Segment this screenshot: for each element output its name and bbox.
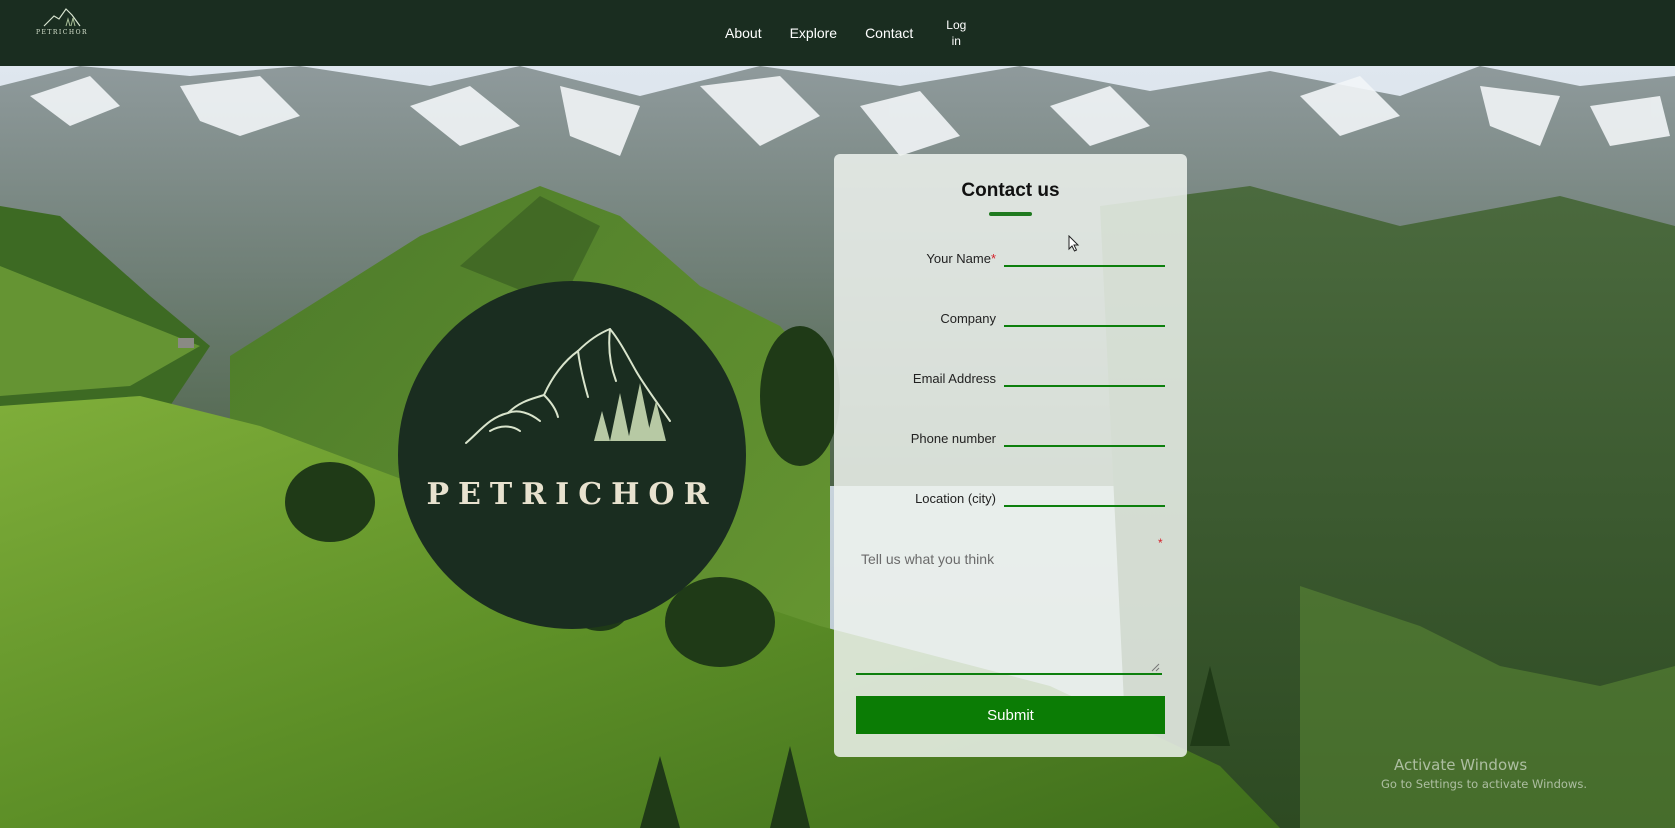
mountain-pines-icon	[465, 328, 671, 444]
name-input[interactable]	[1004, 243, 1165, 267]
name-label: Your Name*	[926, 251, 996, 266]
nav-about-link[interactable]: About	[725, 25, 762, 41]
company-label: Company	[940, 311, 996, 326]
mouse-cursor-icon	[1068, 235, 1080, 252]
location-input[interactable]	[1004, 483, 1165, 507]
contact-form-card: Contact us Your Name* Company Email Addr…	[834, 154, 1187, 757]
location-label: Location (city)	[915, 491, 996, 506]
message-textarea[interactable]	[856, 543, 1162, 675]
nav-explore-link[interactable]: Explore	[790, 25, 837, 41]
email-label: Email Address	[912, 371, 996, 386]
company-input[interactable]	[1004, 303, 1165, 327]
submit-button[interactable]: Submit	[856, 696, 1165, 734]
watermark-title: Activate Windows	[1394, 756, 1528, 774]
email-input[interactable]	[1004, 363, 1165, 387]
brand-logo[interactable]: PETRICHOR	[34, 6, 90, 40]
mountain-pines-icon	[43, 8, 81, 27]
activate-windows-watermark: Activate Windows Go to Settings to activ…	[1381, 756, 1587, 791]
title-underline	[989, 212, 1032, 216]
form-title: Contact us	[961, 180, 1060, 201]
message-required-marker: *	[1158, 536, 1163, 550]
hero-logo-badge: PETRICHOR	[398, 281, 746, 629]
nav-login-link[interactable]: Log in	[945, 17, 967, 49]
nav-contact-link[interactable]: Contact	[865, 25, 913, 41]
required-marker: *	[990, 251, 996, 266]
top-navigation-bar: PETRICHOR About Explore Contact Log in	[0, 0, 1675, 66]
phone-input[interactable]	[1004, 423, 1165, 447]
watermark-subtitle: Go to Settings to activate Windows.	[1381, 777, 1587, 791]
main-nav: About Explore Contact Log in	[725, 0, 967, 66]
phone-label: Phone number	[910, 431, 996, 446]
hero-logo-text: PETRICHOR	[426, 477, 718, 512]
brand-name: PETRICHOR	[35, 29, 89, 36]
resize-grip-icon[interactable]	[1150, 662, 1160, 672]
